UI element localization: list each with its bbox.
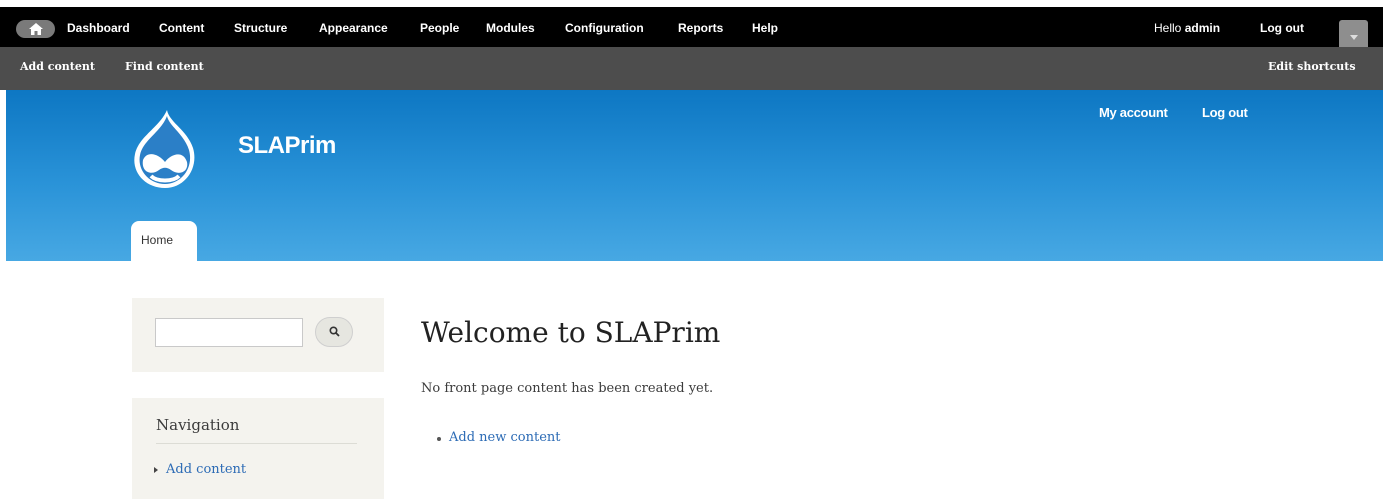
- site-name[interactable]: SLAPrim: [238, 132, 336, 160]
- toolbar-menu-help[interactable]: Help: [752, 20, 778, 36]
- navigation-block: Navigation Add content: [132, 398, 384, 499]
- search-block: [132, 298, 384, 372]
- site-header: SLAPrim My account Log out Home: [6, 90, 1383, 261]
- shortcuts-bar: Add content Find content Edit shortcuts: [0, 47, 1383, 90]
- nav-item-label: Add content: [166, 462, 247, 477]
- chevron-down-icon: [1350, 35, 1358, 40]
- edit-shortcuts-link[interactable]: Edit shortcuts: [1268, 60, 1356, 73]
- add-new-content-link[interactable]: Add new content: [437, 430, 561, 445]
- toolbar-menu-people[interactable]: People: [420, 20, 459, 36]
- home-icon: [29, 23, 43, 35]
- home-button[interactable]: [16, 20, 55, 38]
- page-title: Welcome to SLAPrim: [421, 316, 721, 349]
- admin-toolbar: Dashboard Content Structure Appearance P…: [0, 7, 1383, 48]
- tab-home[interactable]: Home: [131, 221, 197, 261]
- username-link[interactable]: admin: [1185, 21, 1220, 35]
- toolbar-menu-dashboard[interactable]: Dashboard: [67, 20, 130, 36]
- tab-home-label: Home: [141, 233, 174, 247]
- toolbar-menu-modules[interactable]: Modules: [486, 20, 535, 36]
- search-icon: [329, 326, 340, 337]
- bullet-icon: [154, 466, 158, 473]
- shortcut-add-content[interactable]: Add content: [20, 60, 95, 73]
- search-button[interactable]: [315, 317, 353, 347]
- add-new-content-label: Add new content: [449, 430, 561, 445]
- toolbar-menu-appearance[interactable]: Appearance: [319, 20, 388, 36]
- shortcut-find-content[interactable]: Find content: [125, 60, 204, 73]
- nav-item-add-content[interactable]: Add content: [154, 462, 246, 477]
- bullet-icon: [437, 437, 441, 441]
- shortcuts-drawer-toggle[interactable]: [1339, 20, 1368, 48]
- toolbar-menu-configuration[interactable]: Configuration: [565, 20, 644, 36]
- toolbar-menu-reports[interactable]: Reports: [678, 20, 723, 36]
- toolbar-menu-content[interactable]: Content: [159, 20, 204, 36]
- header-logout-link[interactable]: Log out: [1202, 105, 1248, 120]
- search-input[interactable]: [155, 318, 303, 347]
- empty-content-message: No front page content has been created y…: [421, 381, 714, 396]
- drupal-logo[interactable]: [129, 110, 201, 190]
- toolbar-menu-structure[interactable]: Structure: [234, 20, 287, 36]
- divider: [156, 443, 357, 444]
- my-account-link[interactable]: My account: [1099, 105, 1168, 120]
- navigation-title: Navigation: [156, 416, 240, 434]
- toolbar-logout-link[interactable]: Log out: [1260, 20, 1304, 36]
- user-greeting: Hello admin: [1154, 21, 1221, 35]
